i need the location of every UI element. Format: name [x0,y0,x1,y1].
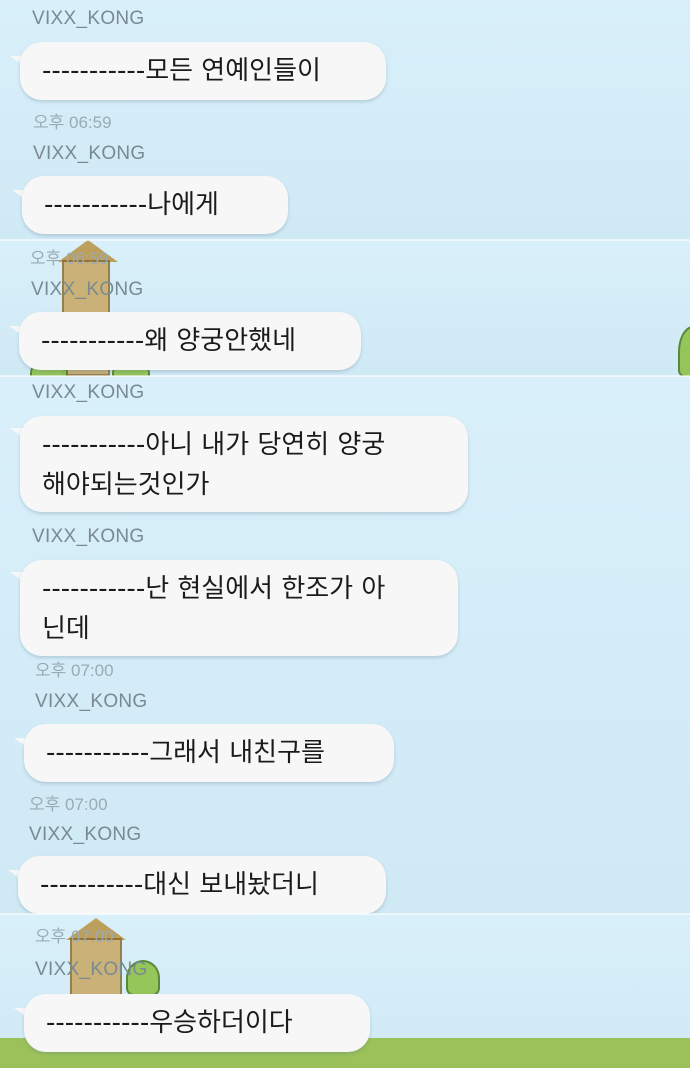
sender-name: VIXX_KONG [35,959,148,980]
message-bubble[interactable]: -----------난 현실에서 한조가 아 닌데 [20,560,458,656]
message-bubble[interactable]: -----------대신 보내놨더니 [18,856,386,914]
sender-name: VIXX_KONG [31,279,144,300]
message-bubble[interactable]: -----------우승하더이다 [24,994,370,1052]
sender-name: VIXX_KONG [35,691,148,712]
chat-screenshot-collage: VIXX_KONG -----------모든 연예인들이 오후 06:59 V… [0,0,690,1068]
message-bubble[interactable]: -----------나에게 [22,176,288,234]
strip-seam [0,375,690,377]
sender-name: VIXX_KONG [32,526,145,547]
message-bubble[interactable]: -----------왜 양궁안했네 [19,312,361,370]
message-time: 오후 07:00 [35,661,114,680]
message-bubble[interactable]: -----------모든 연예인들이 [20,42,386,100]
sender-name: VIXX_KONG [33,143,146,164]
strip-seam [0,913,690,915]
strip-seam [0,239,690,241]
bush-icon [678,326,690,376]
chat-strip-1: VIXX_KONG -----------모든 연예인들이 오후 06:59 V… [0,0,690,240]
message-time: 오후 06:59 [33,113,112,132]
message-time: 오후 06:59 [30,249,109,268]
message-time: 오후 07:00 [29,795,108,814]
chat-strip-4: 오후 07:00 VIXX_KONG -----------우승하더이다 [0,914,690,1068]
message-bubble[interactable]: -----------그래서 내친구를 [24,724,394,782]
chat-strip-3: VIXX_KONG -----------아니 내가 당연히 양궁 해야되는것인… [0,376,690,914]
chat-strip-2: 오후 06:59 VIXX_KONG -----------왜 양궁안했네 [0,240,690,376]
sender-name: VIXX_KONG [29,824,142,845]
message-bubble[interactable]: -----------아니 내가 당연히 양궁 해야되는것인가 [20,416,468,512]
sender-name: VIXX_KONG [32,8,145,29]
message-time: 오후 07:00 [35,927,114,946]
sender-name: VIXX_KONG [32,382,145,403]
